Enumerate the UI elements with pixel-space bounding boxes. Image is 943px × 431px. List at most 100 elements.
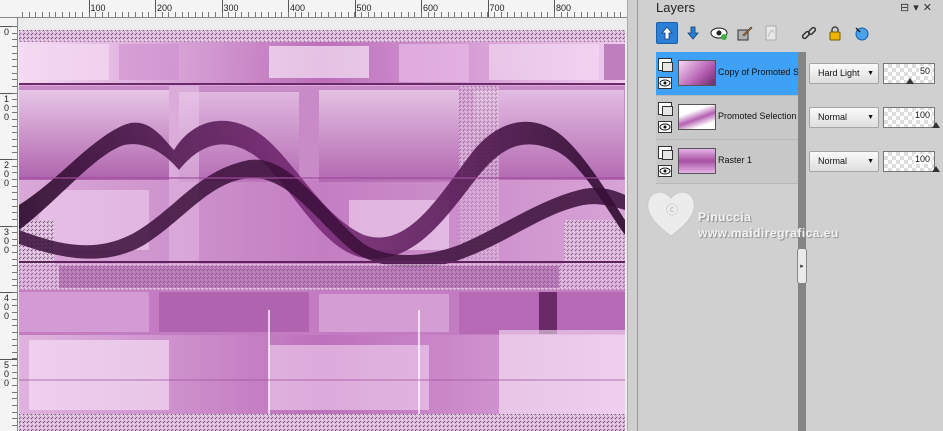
ruler-label: 400	[290, 3, 306, 13]
layer-row[interactable]: Promoted Selection	[656, 96, 798, 140]
layer-thumbnail	[678, 60, 716, 86]
ruler-minor-tick	[328, 12, 329, 17]
ruler-minor-tick	[12, 179, 17, 180]
dropdown-arrow-icon[interactable]: ▼	[867, 64, 874, 83]
expand-arrow-icon[interactable]: ▸	[800, 262, 804, 270]
ruler-minor-tick	[567, 12, 568, 17]
blend-mode-dropdown[interactable]: Normal ▼	[809, 151, 879, 172]
eye-icon[interactable]	[658, 77, 672, 89]
ruler-minor-tick	[408, 12, 409, 17]
panel-header: Layers ⊟▾✕	[638, 0, 943, 18]
ruler-minor-tick	[388, 12, 389, 17]
ruler-minor-tick	[55, 12, 56, 17]
ruler-label: 200	[157, 3, 173, 13]
splitter-handle[interactable]: ▸	[797, 248, 807, 284]
opacity-value[interactable]: 50	[918, 66, 931, 76]
opacity-slider[interactable]: 50	[883, 63, 935, 84]
blend-mode-dropdown[interactable]: Hard Light ▼	[809, 63, 879, 84]
close-icon[interactable]: ✕	[923, 2, 936, 14]
dropdown-arrow-icon[interactable]: ▼	[867, 152, 874, 171]
horizontal-ruler: 100 200 300 400 500 600 700 800	[0, 0, 627, 18]
ruler-minor-tick	[335, 12, 336, 17]
ruler-minor-tick	[12, 166, 17, 167]
link-icon[interactable]	[798, 22, 820, 44]
dropdown-arrow-icon[interactable]: ▼	[867, 108, 874, 127]
ruler-minor-tick	[12, 26, 17, 27]
ruler-minor-tick	[474, 12, 475, 17]
dropdown-icon[interactable]: ▾	[913, 2, 923, 14]
properties-icon[interactable]	[850, 22, 872, 44]
lock-icon[interactable]	[824, 22, 846, 44]
ruler-minor-tick	[12, 212, 17, 213]
ruler-minor-tick	[95, 12, 96, 17]
ruler-minor-tick	[12, 152, 17, 153]
ruler-minor-tick	[12, 206, 17, 207]
ruler-minor-tick	[441, 12, 442, 17]
ruler-minor-tick	[12, 39, 17, 40]
opacity-marker[interactable]	[906, 78, 914, 84]
layers-toolbar	[656, 22, 872, 48]
layer-group-icon[interactable]	[658, 58, 673, 72]
vertical-scrollbar[interactable]	[627, 0, 637, 431]
move-layer-down-icon[interactable]	[682, 22, 704, 44]
ruler-minor-tick	[594, 12, 595, 17]
edit-icon[interactable]	[734, 22, 756, 44]
layer-name[interactable]: Copy of Promoted Se	[718, 67, 798, 77]
ruler-minor-tick	[12, 319, 17, 320]
opacity-value[interactable]: 100	[913, 154, 931, 164]
ruler-minor-tick	[547, 12, 548, 17]
panel-splitter[interactable]	[798, 52, 806, 431]
opacity-slider[interactable]: 100	[883, 151, 940, 172]
opacity-marker[interactable]	[932, 122, 940, 128]
mask-icon[interactable]	[760, 22, 782, 44]
eye-icon[interactable]	[658, 121, 672, 133]
ruler-minor-tick	[12, 345, 17, 346]
ruler-minor-tick	[620, 12, 621, 17]
layer-group-icon[interactable]	[658, 146, 673, 160]
ruler-minor-tick	[501, 12, 502, 17]
ruler-minor-tick	[607, 12, 608, 17]
ruler-minor-tick	[448, 12, 449, 17]
panel-menu-icons[interactable]: ⊟▾✕	[900, 1, 936, 14]
ruler-minor-tick	[175, 12, 176, 17]
ruler-label: 0	[4, 27, 10, 37]
ruler-minor-tick	[281, 12, 282, 17]
layer-controls: Normal ▼ 100	[806, 140, 943, 184]
ruler-minor-tick	[554, 12, 555, 17]
opacity-slider[interactable]: 100	[883, 107, 940, 128]
layer-row[interactable]: Copy of Promoted Se	[656, 52, 798, 96]
ruler-minor-tick	[12, 405, 17, 406]
ruler-minor-tick	[12, 33, 17, 34]
ruler-minor-tick	[321, 12, 322, 17]
ruler-minor-tick	[12, 132, 17, 133]
blend-mode-dropdown[interactable]: Normal ▼	[809, 107, 879, 128]
layer-name[interactable]: Raster 1	[718, 155, 798, 165]
layer-name[interactable]: Promoted Selection	[718, 111, 798, 121]
ruler-minor-tick	[12, 378, 17, 379]
opacity-marker[interactable]	[932, 166, 940, 172]
eye-icon[interactable]	[658, 165, 672, 177]
image-canvas-area[interactable]: 100 200 300 400 500 600 700 800 0 100 200 300 400 50…	[0, 0, 637, 431]
ruler-minor-tick	[12, 239, 17, 240]
move-layer-up-icon[interactable]	[656, 22, 678, 44]
ruler-minor-tick	[354, 12, 355, 17]
visibility-icon[interactable]	[708, 22, 730, 44]
ruler-minor-tick	[202, 12, 203, 17]
ruler-minor-tick	[348, 12, 349, 17]
layer-row[interactable]: Raster 1	[656, 140, 798, 184]
ruler-minor-tick	[12, 186, 17, 187]
ruler-minor-tick	[12, 66, 17, 67]
pin-icon[interactable]: ⊟	[900, 2, 913, 14]
ruler-minor-tick	[102, 12, 103, 17]
opacity-value[interactable]: 100	[913, 110, 931, 120]
ruler-minor-tick	[12, 372, 17, 373]
ruler-minor-tick	[188, 12, 189, 17]
ruler-minor-tick	[122, 12, 123, 17]
vertical-ruler: 0100200300400500	[0, 18, 18, 431]
ruler-label: 800	[556, 3, 572, 13]
ruler-minor-tick	[12, 106, 17, 107]
layer-group-icon[interactable]	[658, 102, 673, 116]
ruler-minor-tick	[12, 358, 17, 359]
ruler-minor-tick	[12, 398, 17, 399]
image-canvas[interactable]	[19, 30, 625, 431]
